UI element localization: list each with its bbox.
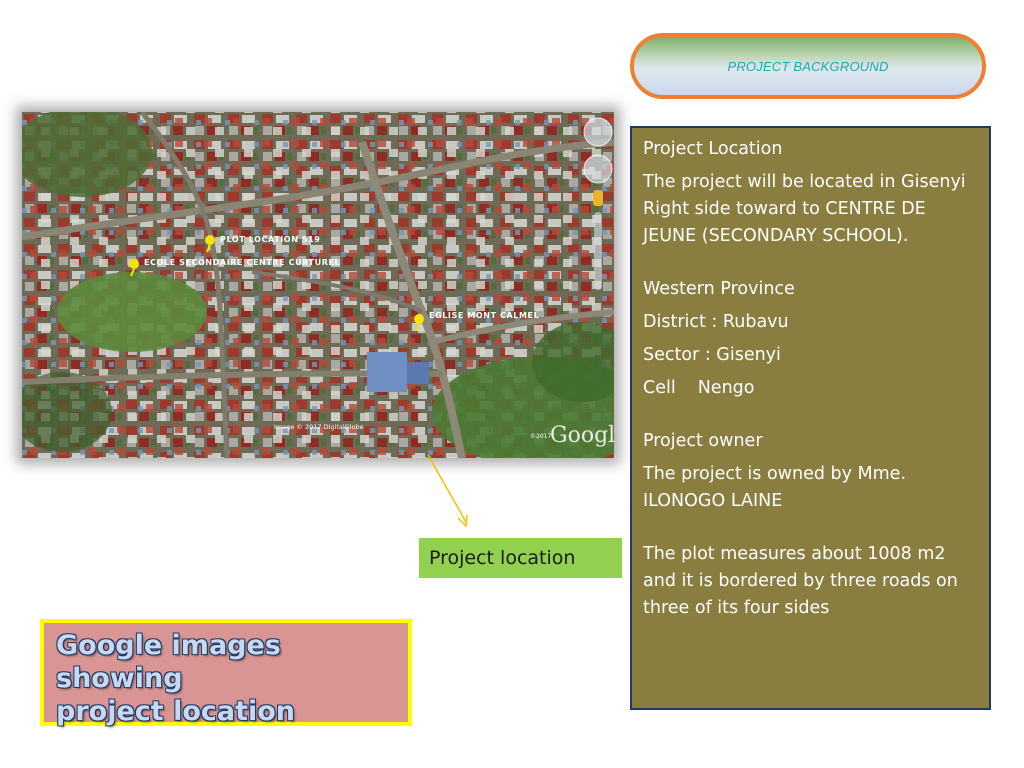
location-heading: Project Location [643, 139, 783, 159]
cell-label: Cell [643, 378, 676, 398]
owner-heading: Project owner [643, 431, 763, 451]
section-title-pill: PROJECT BACKGROUND [630, 33, 986, 99]
satellite-map-graphic: PLOT LOCATION 519 ECOLE SECONDAIRE CENTR… [22, 112, 614, 458]
caption-box: Google images showing project location [40, 619, 412, 727]
caption-line-1: Google images showing [56, 630, 281, 694]
district-text: District : Rubavu [643, 312, 789, 332]
owner-text: The project is owned by Mme. ILONOGO LAI… [643, 464, 907, 511]
google-logo: Google [550, 423, 614, 448]
section-title: PROJECT BACKGROUND [727, 58, 889, 74]
map-label-church: EGLISE MONT CALMEL [429, 311, 539, 320]
plot-text: The plot measures about 1008 m2 and it i… [643, 544, 958, 618]
project-info-panel: Project Location The project will be loc… [630, 126, 991, 710]
map-credit: Image © 2017 DigitalGlobe [274, 423, 364, 431]
province-text: Western Province [643, 279, 795, 299]
map-logo-year: ©2017 [530, 433, 551, 440]
cell-value: Nengo [697, 378, 755, 398]
sector-text: Sector : Gisenyi [643, 345, 781, 365]
caption-line-2: project location [56, 696, 296, 727]
project-location-label: Project location [419, 538, 622, 578]
map-label-school: ECOLE SECONDAIRE CENTRE CURTUREL [144, 258, 340, 267]
satellite-map-image: PLOT LOCATION 519 ECOLE SECONDAIRE CENTR… [22, 112, 614, 458]
location-text: The project will be located in Gisenyi R… [643, 172, 966, 246]
map-label-plot: PLOT LOCATION 519 [220, 235, 320, 244]
cell-row: Cell Nengo [643, 375, 979, 402]
